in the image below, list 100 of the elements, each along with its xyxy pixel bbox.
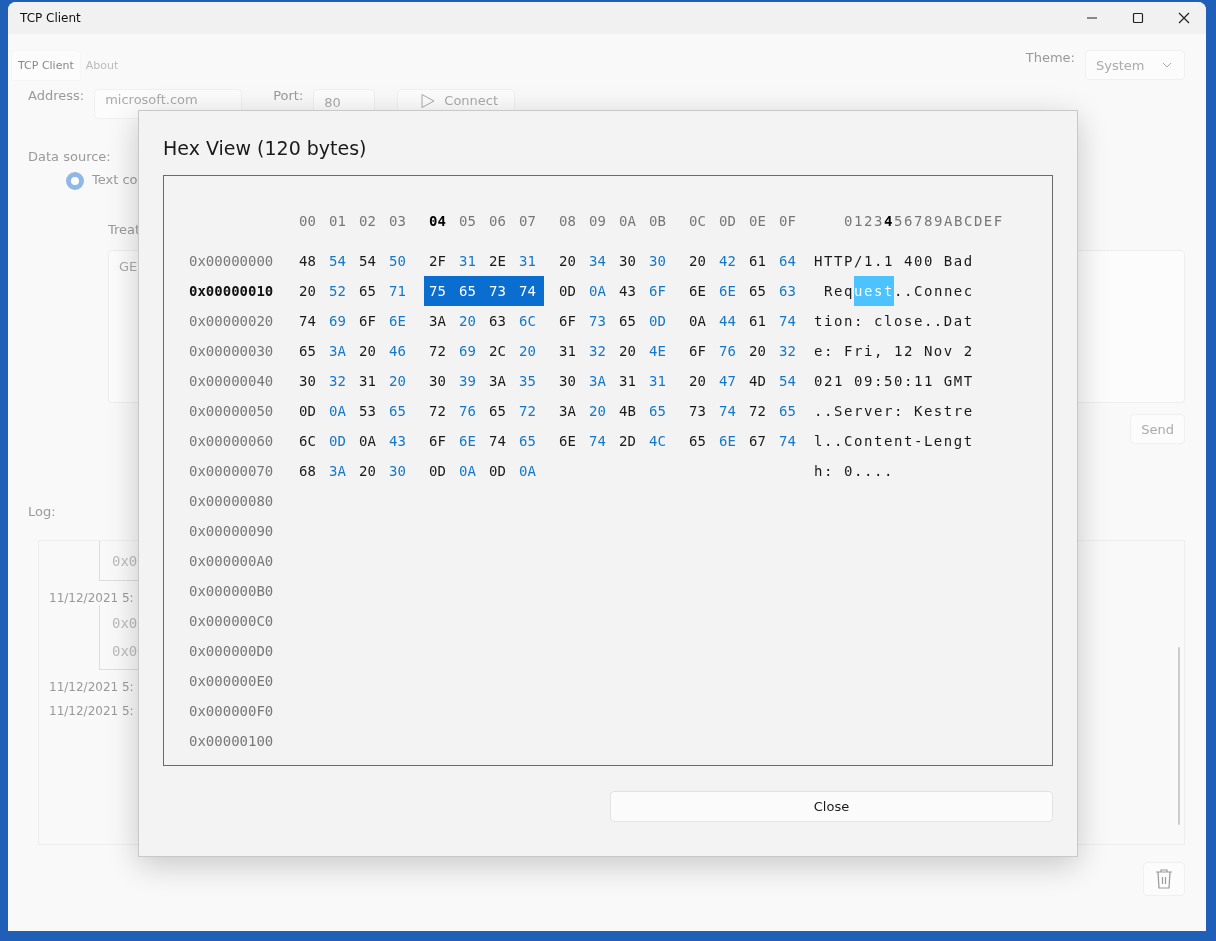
- tab[interactable]: TCP Client: [12, 50, 80, 80]
- hex-byte: 3A: [558, 403, 577, 419]
- hex-byte: 65: [458, 283, 477, 299]
- column-header: 06: [488, 213, 507, 229]
- row-offset: 0x000000A0: [189, 553, 275, 569]
- hex-byte: 42: [718, 253, 737, 269]
- hex-byte: 50: [388, 253, 407, 269]
- row-offset: 0x00000080: [189, 493, 275, 509]
- column-header: 0B: [648, 213, 667, 229]
- row-offset: 0x000000F0: [189, 703, 275, 719]
- hex-byte: 0A: [458, 463, 477, 479]
- hex-byte: 0A: [358, 433, 377, 449]
- ascii-text: h: 0....: [814, 462, 894, 481]
- hex-byte: 54: [328, 253, 347, 269]
- log-timestamp: 11/12/2021 5:: [49, 680, 134, 694]
- row-offset: 0x00000010: [189, 283, 275, 299]
- column-header: 0D: [718, 213, 737, 229]
- log-hex-line: 0x0: [112, 615, 138, 631]
- tab[interactable]: About: [79, 50, 125, 80]
- row-offset: 0x000000B0: [189, 583, 275, 599]
- hex-byte: 20: [588, 403, 607, 419]
- column-header: 08: [558, 213, 577, 229]
- column-header: 03: [388, 213, 407, 229]
- hex-byte: 74: [588, 433, 607, 449]
- hex-byte: 2E: [488, 253, 507, 269]
- hex-byte: 6F: [358, 313, 377, 329]
- port-label: Port:: [273, 88, 304, 103]
- data-source-label: Data source:: [28, 149, 111, 164]
- hex-byte: 74: [518, 283, 537, 299]
- close-icon[interactable]: [1178, 12, 1190, 24]
- hex-byte: 20: [518, 343, 537, 359]
- byte-selection[interactable]: 75 65 73 74: [424, 276, 544, 306]
- hex-byte: 0A: [688, 313, 707, 329]
- ascii-header: 56789ABCDEF: [893, 212, 1004, 231]
- row-offset: 0x00000040: [189, 373, 275, 389]
- scrollbar[interactable]: [1178, 647, 1180, 825]
- close-button[interactable]: Close: [610, 791, 1053, 822]
- hex-byte: 76: [718, 343, 737, 359]
- hex-byte: 31: [458, 253, 477, 269]
- radio-button[interactable]: [66, 172, 84, 190]
- column-header: 0F: [778, 213, 797, 229]
- radio-label[interactable]: Text co: [92, 172, 138, 187]
- hex-byte: 68: [298, 463, 317, 479]
- hex-byte: 30: [558, 373, 577, 389]
- hex-byte: 20: [298, 283, 317, 299]
- text-area-content: GE: [119, 259, 138, 274]
- hex-byte: 63: [778, 283, 797, 299]
- theme-label: Theme:: [1025, 50, 1075, 65]
- hex-byte: 0D: [328, 433, 347, 449]
- hex-byte: 67: [748, 433, 767, 449]
- hex-byte: 43: [618, 283, 637, 299]
- send-button[interactable]: Send: [1130, 414, 1185, 444]
- hex-byte: 75: [428, 283, 447, 299]
- hex-byte: 35: [518, 373, 537, 389]
- hex-byte: 65: [488, 403, 507, 419]
- hex-byte: 69: [458, 343, 477, 359]
- hex-byte: 74: [488, 433, 507, 449]
- hex-byte: 53: [358, 403, 377, 419]
- hex-byte: 72: [518, 403, 537, 419]
- hex-byte: 3A: [328, 343, 347, 359]
- hex-byte: 32: [328, 373, 347, 389]
- hex-byte: 0A: [518, 463, 537, 479]
- hex-byte: 76: [458, 403, 477, 419]
- row-offset: 0x00000070: [189, 463, 275, 479]
- ascii-text: e: Fri, 12 Nov 2: [814, 342, 974, 361]
- theme-dropdown[interactable]: System: [1085, 50, 1185, 80]
- play-icon: [420, 93, 437, 109]
- hex-byte: 32: [778, 343, 797, 359]
- hex-byte: 65: [778, 403, 797, 419]
- hex-byte: 64: [778, 253, 797, 269]
- ascii-text: l..Content-Lengt: [814, 432, 974, 451]
- hex-byte: 20: [358, 343, 377, 359]
- log-hex-line: 0x0: [112, 552, 138, 569]
- log-timestamp: 11/12/2021 5:: [49, 591, 134, 605]
- hex-byte: 61: [748, 313, 767, 329]
- ascii-text: 021 09:50:11 GMT: [814, 372, 974, 391]
- hex-byte: 3A: [588, 373, 607, 389]
- delete-button[interactable]: [1143, 862, 1185, 896]
- hex-byte: 65: [358, 283, 377, 299]
- hex-byte: 0A: [328, 403, 347, 419]
- hex-byte: 0D: [298, 403, 317, 419]
- hex-byte: 2C: [488, 343, 507, 359]
- hex-byte: 72: [428, 403, 447, 419]
- row-offset: 0x000000C0: [189, 613, 275, 629]
- hex-byte: 34: [588, 253, 607, 269]
- column-header: 0C: [688, 213, 707, 229]
- ascii-text: HTTP/1.1 400 Bad: [814, 252, 974, 271]
- hex-byte: 65: [388, 403, 407, 419]
- hex-byte: 71: [388, 283, 407, 299]
- hex-byte: 31: [558, 343, 577, 359]
- column-header: 01: [328, 213, 347, 229]
- hex-byte: 30: [648, 253, 667, 269]
- ascii-text: ..Server: Kestre: [814, 402, 974, 421]
- row-offset: 0x00000030: [189, 343, 275, 359]
- maximize-icon[interactable]: [1132, 12, 1144, 24]
- hex-byte: 6F: [648, 283, 667, 299]
- column-header: 0E: [748, 213, 767, 229]
- ascii-text: ..Connec: [893, 282, 974, 301]
- hex-byte: 0A: [588, 283, 607, 299]
- hex-byte: 6C: [298, 433, 317, 449]
